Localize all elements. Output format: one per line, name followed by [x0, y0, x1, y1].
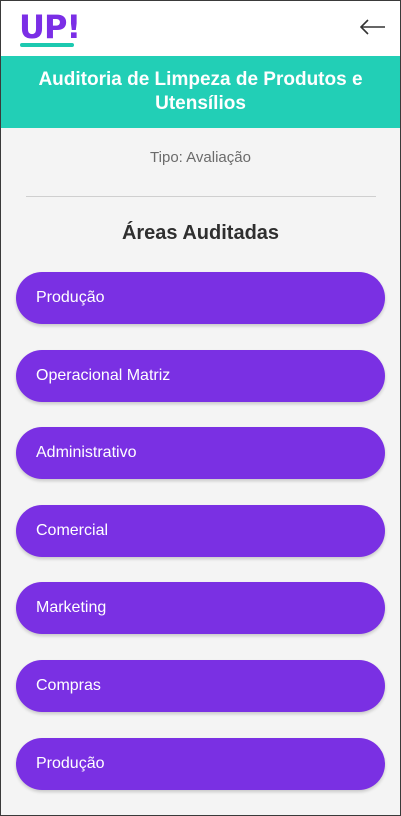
audit-type: Tipo: Avaliação — [150, 149, 251, 166]
logo-text: UP! — [19, 8, 81, 46]
area-button-operacional-matriz[interactable]: Operacional Matriz — [16, 349, 385, 402]
app-screen: UP! Auditoria de Limpeza de Produtos e U… — [0, 0, 401, 816]
divider — [26, 196, 376, 197]
area-button-producao[interactable]: Produção — [16, 272, 385, 324]
area-button-compras[interactable]: Compras — [16, 659, 385, 712]
logo-underline — [20, 43, 74, 47]
area-button-producao-2[interactable]: Produção — [16, 737, 385, 790]
area-button-marketing[interactable]: Marketing — [16, 582, 385, 635]
area-button-administrativo[interactable]: Administrativo — [16, 427, 385, 480]
page-header: Auditoria de Limpeza de Produtos e Utens… — [1, 56, 400, 128]
top-bar: UP! — [1, 1, 400, 56]
section-title: Áreas Auditadas — [121, 222, 280, 244]
page-title: Auditoria de Limpeza de Produtos e Utens… — [38, 69, 363, 114]
app-logo: UP! — [19, 8, 81, 47]
area-button-comercial[interactable]: Comercial — [16, 504, 385, 557]
area-list: Produção Operacional Matriz Administrati… — [16, 272, 385, 815]
back-button[interactable] — [358, 13, 388, 41]
arrow-left-icon — [360, 19, 385, 35]
